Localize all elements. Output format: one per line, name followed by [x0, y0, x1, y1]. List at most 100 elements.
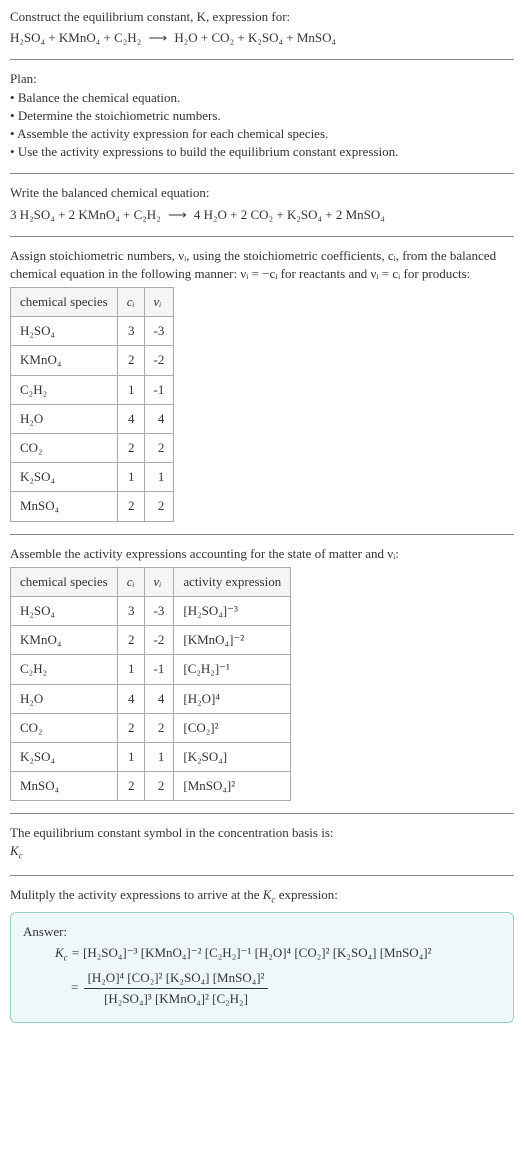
cell-species: MnSO₄	[11, 492, 118, 521]
cell-species: KMnO₄	[11, 346, 118, 375]
cell-ci: 2	[117, 626, 144, 655]
cell-species: K₂SO₄	[11, 742, 118, 771]
reaction-arrow-icon: ⟶	[148, 29, 167, 47]
ci-header: cᵢ	[127, 574, 135, 589]
activity-intro: Assemble the activity expressions accoun…	[10, 545, 514, 563]
cell-vi: 2	[144, 772, 174, 801]
cell-vi: -1	[144, 655, 174, 684]
divider	[10, 534, 514, 535]
final-intro: Mulitply the activity expressions to arr…	[10, 886, 514, 906]
table-row: C₂H₂1-1[C₂H₂]⁻¹	[11, 655, 291, 684]
balanced-section: Write the balanced chemical equation: 3 …	[10, 184, 514, 223]
cell-ci: 4	[117, 404, 144, 433]
table-row: C₂H₂1-1	[11, 375, 174, 404]
kc-fraction-line: Kc = [H₂O]⁴ [CO₂]² [K₂SO₄] [MnSO₄]² [H₂S…	[23, 968, 501, 1009]
basis-section: The equilibrium constant symbol in the c…	[10, 824, 514, 863]
cell-activity: [MnSO₄]²	[174, 772, 291, 801]
prompt-line1: Construct the equilibrium constant, K, e…	[10, 8, 514, 26]
plan-item: • Determine the stoichiometric numbers.	[10, 107, 514, 125]
activity-table: chemical species cᵢ νᵢ activity expressi…	[10, 567, 291, 802]
cell-vi: 4	[144, 404, 174, 433]
balanced-equation: 3 H₂SO₄ + 2 KMnO₄ + C₂H₂ ⟶ 4 H₂O + 2 CO₂…	[10, 206, 514, 224]
cell-species: K₂SO₄	[11, 463, 118, 492]
stoich-section: Assign stoichiometric numbers, νᵢ, using…	[10, 247, 514, 522]
plan-section: Plan: • Balance the chemical equation. •…	[10, 70, 514, 161]
table-row: H₂SO₄3-3	[11, 317, 174, 346]
answer-box: Answer: Kc = [H₂SO₄]⁻³ [KMnO₄]⁻² [C₂H₂]⁻…	[10, 912, 514, 1023]
cell-ci: 1	[117, 655, 144, 684]
kc-symbol: Kc	[10, 842, 514, 862]
cell-activity: [CO₂]²	[174, 713, 291, 742]
cell-ci: 1	[117, 463, 144, 492]
plan-item: • Use the activity expressions to build …	[10, 143, 514, 161]
cell-vi: -3	[144, 317, 174, 346]
col-species: chemical species	[11, 567, 118, 596]
table-row: H₂SO₄3-3[H₂SO₄]⁻³	[11, 596, 291, 625]
cell-activity: [K₂SO₄]	[174, 742, 291, 771]
cell-species: H₂O	[11, 404, 118, 433]
eq-lhs: 3 H₂SO₄ + 2 KMnO₄ + C₂H₂	[10, 207, 161, 222]
cell-ci: 2	[117, 434, 144, 463]
col-ci: cᵢ	[117, 288, 144, 317]
divider	[10, 59, 514, 60]
cell-vi: -2	[144, 346, 174, 375]
prompt-header: Construct the equilibrium constant, K, e…	[10, 8, 514, 47]
cell-vi: 2	[144, 434, 174, 463]
divider	[10, 875, 514, 876]
cell-species: H₂O	[11, 684, 118, 713]
eq-lhs: H₂SO₄ + KMnO₄ + C₂H₂	[10, 30, 141, 45]
kc-frac-num: [H₂O]⁴ [CO₂]² [K₂SO₄] [MnSO₄]²	[84, 968, 269, 989]
table-row: MnSO₄22	[11, 492, 174, 521]
divider	[10, 813, 514, 814]
answer-label: Answer:	[23, 923, 501, 941]
plan-item-text: Use the activity expressions to build th…	[18, 144, 399, 159]
reaction-arrow-icon: ⟶	[168, 206, 187, 224]
cell-vi: 2	[144, 713, 174, 742]
divider	[10, 236, 514, 237]
col-vi: νᵢ	[144, 288, 174, 317]
plan-title: Plan:	[10, 70, 514, 88]
cell-species: MnSO₄	[11, 772, 118, 801]
cell-species: H₂SO₄	[11, 596, 118, 625]
cell-vi: -3	[144, 596, 174, 625]
col-vi: νᵢ	[144, 567, 174, 596]
eq-rhs: 4 H₂O + 2 CO₂ + K₂SO₄ + 2 MnSO₄	[194, 207, 385, 222]
balanced-title: Write the balanced chemical equation:	[10, 184, 514, 202]
kc-frac-den: [H₂SO₄]³ [KMnO₄]² [C₂H₂]	[84, 989, 269, 1009]
final-section: Mulitply the activity expressions to arr…	[10, 886, 514, 1023]
table-row: H₂O44[H₂O]⁴	[11, 684, 291, 713]
prompt-text: Construct the equilibrium constant, K, e…	[10, 9, 290, 24]
col-species: chemical species	[11, 288, 118, 317]
cell-species: H₂SO₄	[11, 317, 118, 346]
cell-ci: 2	[117, 346, 144, 375]
vi-header: νᵢ	[154, 294, 162, 309]
cell-ci: 1	[117, 375, 144, 404]
plan-item: • Balance the chemical equation.	[10, 89, 514, 107]
table-row: KMnO₄2-2	[11, 346, 174, 375]
plan-item-text: Determine the stoichiometric numbers.	[18, 108, 221, 123]
cell-species: C₂H₂	[11, 375, 118, 404]
cell-activity: [KMnO₄]⁻²	[174, 626, 291, 655]
cell-activity: [H₂SO₄]⁻³	[174, 596, 291, 625]
table-row: K₂SO₄11	[11, 463, 174, 492]
plan-item: • Assemble the activity expression for e…	[10, 125, 514, 143]
ci-header: cᵢ	[127, 294, 135, 309]
table-row: KMnO₄2-2[KMnO₄]⁻²	[11, 626, 291, 655]
table-row: K₂SO₄11[K₂SO₄]	[11, 742, 291, 771]
kc-product: [H₂SO₄]⁻³ [KMnO₄]⁻² [C₂H₂]⁻¹ [H₂O]⁴ [CO₂…	[83, 945, 431, 960]
cell-ci: 3	[117, 596, 144, 625]
cell-vi: -2	[144, 626, 174, 655]
kc-product-line: Kc = [H₂SO₄]⁻³ [KMnO₄]⁻² [C₂H₂]⁻¹ [H₂O]⁴…	[23, 944, 501, 964]
cell-vi: -1	[144, 375, 174, 404]
table-row: MnSO₄22[MnSO₄]²	[11, 772, 291, 801]
kc-fraction: [H₂O]⁴ [CO₂]² [K₂SO₄] [MnSO₄]² [H₂SO₄]³ …	[84, 968, 269, 1009]
plan-item-text: Balance the chemical equation.	[18, 90, 180, 105]
eq-rhs: H₂O + CO₂ + K₂SO₄ + MnSO₄	[174, 30, 336, 45]
table-header-row: chemical species cᵢ νᵢ	[11, 288, 174, 317]
cell-activity: [C₂H₂]⁻¹	[174, 655, 291, 684]
cell-species: CO₂	[11, 434, 118, 463]
table-header-row: chemical species cᵢ νᵢ activity expressi…	[11, 567, 291, 596]
plan-item-text: Assemble the activity expression for eac…	[17, 126, 328, 141]
cell-ci: 1	[117, 742, 144, 771]
equals-sign: =	[71, 979, 78, 994]
